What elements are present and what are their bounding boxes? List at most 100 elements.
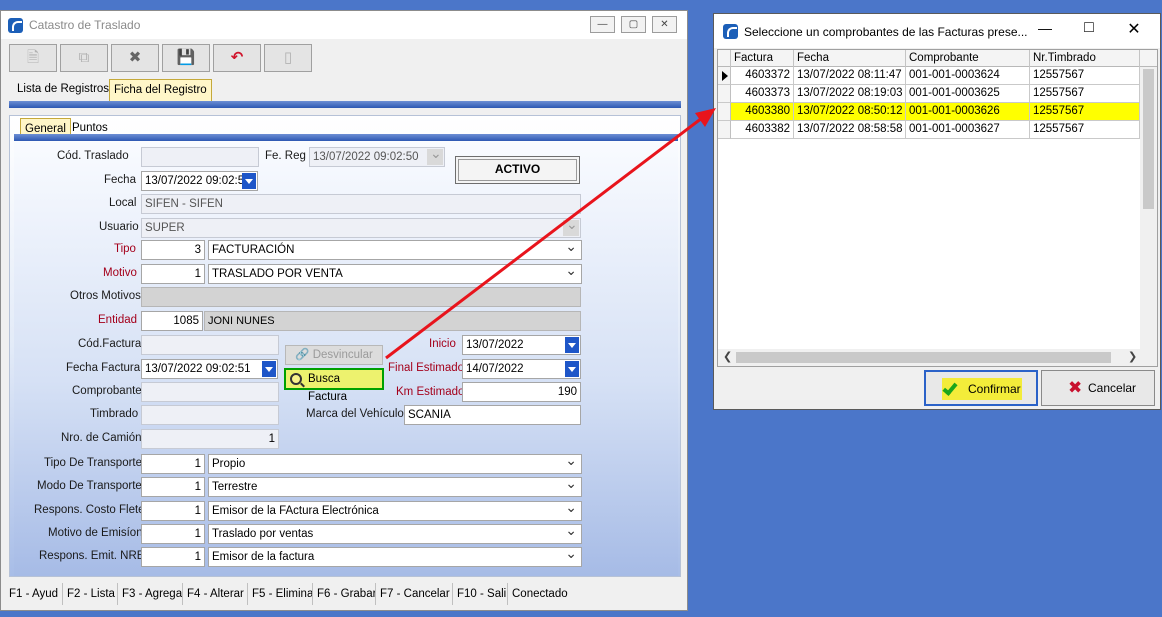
table-row[interactable]: 4603372 13/07/2022 08:11:47 001-001-0003… [718,67,1157,85]
motivo-emision-code-field[interactable]: 1 [141,524,205,544]
row-indicator-icon [718,67,731,85]
table-row-selected[interactable]: 4603380 13/07/2022 08:50:12 001-001-0003… [718,103,1157,121]
final-estimado-field[interactable]: 14/07/2022 [462,359,581,379]
km-estimado-label: Km Estimado [396,386,465,398]
vertical-scroll-thumb[interactable] [1143,69,1154,209]
status-f6[interactable]: F6 - Grabar [314,583,376,605]
status-f5[interactable]: F5 - Elimina [249,583,313,605]
column-fecha[interactable]: Fecha [794,50,906,67]
busca-factura-button[interactable]: Busca Factura [284,368,384,403]
timbrado-field[interactable] [141,405,279,425]
save-record-button[interactable]: 💾 [162,44,210,72]
respons-costo-flete-select[interactable]: Emisor de la FActura Electrónica [208,501,582,521]
minimize-button[interactable]: — [590,16,615,33]
copy-record-button[interactable]: ⧉ [60,44,108,72]
new-record-button[interactable]: 🗎 [9,44,57,72]
tipo-select[interactable]: FACTURACIÓN [208,240,582,260]
main-titlebar: Catastro de Traslado — ▢ ✕ [1,11,687,39]
table-row[interactable]: 4603382 13/07/2022 08:58:58 001-001-0003… [718,121,1157,139]
undo-button[interactable]: ↶ [213,44,261,72]
respons-costo-flete-value: Emisor de la FActura Electrónica [212,505,379,517]
table-row[interactable]: 4603373 13/07/2022 08:19:03 001-001-0003… [718,85,1157,103]
status-f3[interactable]: F3 - Agrega [119,583,183,605]
motivo-emision-select[interactable]: Traslado por ventas [208,524,582,544]
delete-icon: ✖ [128,49,142,66]
status-f4[interactable]: F4 - Alterar [184,583,248,605]
motivo-code-field[interactable]: 1 [141,264,205,284]
copy-icon: ⧉ [78,49,90,66]
maximize-button[interactable]: ▢ [621,16,646,33]
motivo-emision-label: Motivo de Emisíon [48,527,143,539]
dialog-minimize-button[interactable]: — [1035,20,1055,36]
scroll-right-icon[interactable]: ❯ [1128,350,1137,363]
undo-icon: ↶ [230,49,244,66]
horizontal-scrollbar[interactable]: ❮ ❯ [718,349,1157,366]
window-title: Catastro de Traslado [29,18,141,32]
status-connection: Conectado [512,588,568,600]
otros-motivos-field[interactable] [141,287,581,307]
tab-ficha-del-registro[interactable]: Ficha del Registro [109,79,212,101]
tipo-transporte-select[interactable]: Propio [208,454,582,474]
app-icon [8,18,23,33]
respons-emit-nre-select[interactable]: Emisor de la factura [208,547,582,567]
column-factura[interactable]: Factura [731,50,794,67]
respons-costo-flete-code-field[interactable]: 1 [141,501,205,521]
motivo-emision-value: Traslado por ventas [212,528,314,540]
inicio-field[interactable]: 13/07/2022 [462,335,581,355]
confirm-button[interactable]: Confirmar [924,370,1038,406]
motivo-select[interactable]: TRASLADO POR VENTA [208,264,582,284]
cod-traslado-label: Cód. Traslado [57,150,129,162]
busca-factura-label: Busca Factura [308,373,347,403]
horizontal-scroll-thumb[interactable] [736,352,1111,363]
marca-vehiculo-label: Marca del Vehículo [306,408,404,420]
grid-header: Factura Fecha Comprobante Nr.Timbrado [718,50,1157,67]
dialog-close-button[interactable]: ✕ [1124,19,1144,39]
cell-factura: 4603382 [731,121,794,139]
status-f2[interactable]: F2 - Lista [64,583,118,605]
fe-reg-field[interactable]: 13/07/2022 09:02:50 [309,147,445,167]
modo-transporte-code-field[interactable]: 1 [141,477,205,497]
status-f1[interactable]: F1 - Ayud [6,583,63,605]
timbrado-label: Timbrado [90,408,139,420]
inicio-label: Inicio [429,338,456,350]
final-estimado-label: Final Estimado [388,362,465,374]
cod-traslado-field[interactable] [141,147,259,167]
km-estimado-field[interactable]: 190 [462,382,581,402]
vertical-scrollbar[interactable] [1140,67,1157,366]
nro-camion-field[interactable]: 1 [141,429,279,449]
cell-comprobante: 001-001-0003626 [906,103,1030,121]
cancel-button[interactable]: ✖ Cancelar [1041,370,1155,406]
fecha-field[interactable]: 13/07/2022 09:02:5 [141,171,258,191]
cod-factura-field[interactable] [141,335,279,355]
column-timbrado[interactable]: Nr.Timbrado [1030,50,1140,67]
cancel-label: Cancelar [1088,381,1137,395]
close-button[interactable]: ✕ [652,16,677,33]
fecha-label: Fecha [104,174,136,186]
calendar-dropdown-icon[interactable] [565,337,579,353]
delete-record-button[interactable]: ✖ [111,44,159,72]
comprobante-field[interactable] [141,382,279,402]
fe-reg-value: 13/07/2022 09:02:50 [313,151,419,163]
calendar-dropdown-icon[interactable] [242,173,256,189]
calendar-dropdown-icon[interactable] [262,361,276,377]
respons-emit-nre-code-field[interactable]: 1 [141,547,205,567]
modo-transporte-select[interactable]: Terrestre [208,477,582,497]
status-f7[interactable]: F7 - Cancelar [377,583,453,605]
dialog-maximize-button[interactable]: □ [1079,19,1099,37]
desvincular-button[interactable]: 🔗 Desvincular [285,345,383,365]
status-f10[interactable]: F10 - Salir [454,583,508,605]
tipo-transporte-label: Tipo De Transporte [44,457,143,469]
cell-comprobante: 001-001-0003624 [906,67,1030,85]
column-comprobante[interactable]: Comprobante [906,50,1030,67]
tipo-code-field[interactable]: 3 [141,240,205,260]
entidad-code-field[interactable]: 1085 [141,311,203,331]
fecha-factura-label: Fecha Factura [66,362,141,374]
calendar-dropdown-icon[interactable] [565,361,579,377]
final-estimado-value: 14/07/2022 [466,363,524,375]
tipo-transporte-code-field[interactable]: 1 [141,454,205,474]
fecha-factura-field[interactable]: 13/07/2022 09:02:51 [141,359,278,379]
tab-lista-de-registros[interactable]: Lista de Registros [13,79,113,101]
marca-vehiculo-field[interactable]: SCANIA [404,405,581,425]
scroll-left-icon[interactable]: ❮ [723,350,732,363]
exit-button[interactable]: ▯ [264,44,312,72]
